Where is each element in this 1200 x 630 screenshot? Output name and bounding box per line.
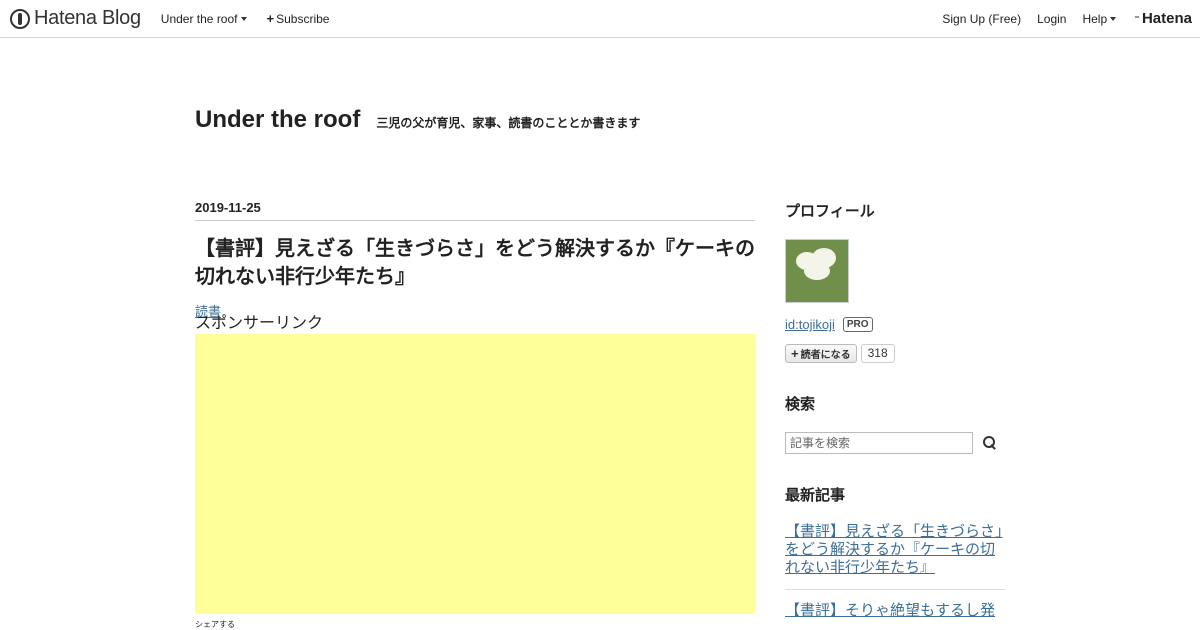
subscribe-button-label: 読者になる — [800, 350, 851, 361]
subscriber-count[interactable]: 318 — [860, 344, 895, 363]
share-label: シェアする — [195, 620, 235, 629]
ad-slot[interactable] — [195, 334, 755, 614]
pro-badge: PRO — [842, 317, 873, 332]
subscribe-link[interactable]: + Subscribe — [267, 11, 330, 26]
sidebar: プロフィール id:tojikoji PRO + 読者になる 318 検索 最新… — [785, 200, 1005, 630]
global-header: Hatena Blog Under the roof + Subscribe S… — [0, 0, 1200, 38]
caret-down-icon — [240, 16, 247, 21]
profile-row: id:tojikoji PRO — [785, 317, 1005, 332]
entry-title[interactable]: 【書評】見えざる「生きづらさ」をどう解決するか『ケーキの切れない非行少年たち』 — [195, 235, 755, 291]
hatena-blog-logo-icon — [10, 8, 30, 29]
recent-title: 最新記事 — [785, 487, 846, 504]
plus-icon: + — [791, 346, 799, 361]
blog-menu-label: Under the roof — [160, 11, 238, 26]
blog-title-area: Under the roof 三児の父が育児、家事、読書のこととか書きます — [195, 106, 640, 134]
blog-menu-dropdown[interactable]: Under the roof — [161, 12, 247, 26]
search-input[interactable] — [785, 432, 973, 454]
help-dropdown[interactable]: Help — [1082, 11, 1117, 26]
hatena-blog-logo[interactable]: Hatena Blog — [10, 7, 141, 30]
search-form — [785, 432, 1005, 454]
plus-icon: + — [266, 11, 275, 26]
profile-avatar[interactable] — [785, 239, 849, 303]
signup-link[interactable]: Sign Up (Free) — [942, 12, 1021, 26]
subscribe-label: Subscribe — [276, 11, 330, 26]
category-link[interactable]: 読書 — [195, 301, 755, 319]
avatar-flower-shape — [804, 262, 830, 280]
profile-title: プロフィール — [785, 203, 875, 220]
subscribe-row: + 読者になる 318 — [785, 344, 1005, 363]
profile-id-link[interactable]: id:tojikoji — [785, 317, 835, 332]
hatena-mark-icon: ⁼ — [1134, 13, 1140, 25]
recent-list: 【書評】見えざる「生きづらさ」をどう解決するか『ケーキの切れない非行少年たち』 … — [785, 511, 1005, 630]
search-icon[interactable] — [983, 436, 997, 450]
global-header-right: Sign Up (Free) Login Help ⁼ Hatena — [926, 0, 1192, 37]
recent-entry-link[interactable]: 【書評】見えざる「生きづらさ」をどう解決するか『ケーキの切れない非行少年たち』 — [785, 511, 1005, 590]
subscribe-button[interactable]: + 読者になる — [785, 344, 857, 363]
help-label: Help — [1082, 11, 1108, 26]
hatena-blog-logo-text: Hatena Blog — [34, 7, 141, 29]
caret-down-icon — [1110, 16, 1117, 21]
sponsor-label: スポンサーリンク — [195, 315, 324, 332]
hatena-logo-text: Hatena — [1141, 10, 1192, 27]
hatena-logo[interactable]: ⁼ Hatena — [1134, 10, 1192, 27]
blog-title[interactable]: Under the roof — [195, 106, 360, 134]
blog-description: 三児の父が育児、家事、読書のこととか書きます — [376, 116, 641, 130]
login-link[interactable]: Login — [1037, 12, 1066, 26]
entry-date[interactable]: 2019-11-25 — [195, 200, 755, 221]
main-article: 2019-11-25 【書評】見えざる「生きづらさ」をどう解決するか『ケーキの切… — [195, 200, 755, 630]
global-header-left: Hatena Blog Under the roof + Subscribe — [10, 0, 329, 37]
search-title: 検索 — [785, 396, 816, 413]
recent-entry-link[interactable]: 【書評】そりゃ絶望もするし発 — [785, 590, 1005, 630]
